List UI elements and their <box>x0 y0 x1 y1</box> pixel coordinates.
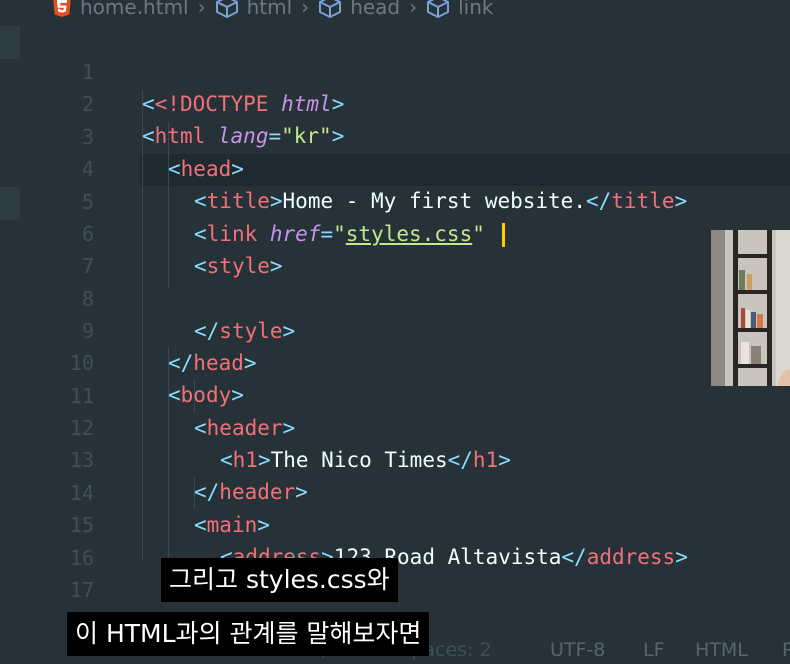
line-content: <title>Home - My first website.</title> <box>194 189 688 213</box>
line-number: 9 <box>81 319 94 343</box>
cube-icon <box>215 0 238 18</box>
line-content: <<!DOCTYPE html> <box>142 92 345 116</box>
subtitle-line-1: 그리고 styles.css와 <box>161 558 398 602</box>
webcam-image <box>711 230 790 386</box>
text-cursor <box>501 223 505 247</box>
line-number: 15 <box>69 513 94 537</box>
line-content: <main> <box>194 513 270 537</box>
code-line[interactable]: 13 </header> <box>0 412 308 504</box>
indent-guide <box>142 90 143 560</box>
breadcrumb-item-label: html <box>246 0 293 19</box>
html5-icon <box>53 0 71 17</box>
line-number: 10 <box>69 351 94 375</box>
chevron-right-icon: › <box>197 0 206 19</box>
line-number: 16 <box>69 546 94 570</box>
breadcrumb-item-label: link <box>458 0 494 19</box>
code-line[interactable]: 4 <title>Home - My first website.</title… <box>0 121 687 213</box>
line-content: </style> <box>194 319 296 343</box>
code-line[interactable]: 8 </style> <box>0 251 295 343</box>
line-number: 4 <box>81 157 94 181</box>
line-number: 3 <box>81 125 94 149</box>
line-number: 5 <box>81 190 94 214</box>
code-line[interactable]: 6 <style> <box>0 186 283 278</box>
breadcrumb: home.html › html › head › link <box>52 0 494 22</box>
line-content: <style> <box>194 254 283 278</box>
breadcrumb-item-link[interactable]: link <box>426 0 494 19</box>
code-line[interactable]: 14 <main> <box>0 445 270 537</box>
line-content: <head> <box>168 157 244 181</box>
code-line[interactable]: 9 </head> <box>0 283 257 375</box>
line-content: <link href="styles.css" <box>194 218 505 250</box>
line-number: 1 <box>81 60 94 84</box>
code-line[interactable]: 17 <footer> <box>0 542 295 634</box>
code-line[interactable]: 15 <address>123 Road Altavista</address> <box>0 477 688 569</box>
code-line[interactable]: 16 </main> <box>0 510 283 602</box>
line-number: 11 <box>69 384 94 408</box>
code-line[interactable]: 7 <box>0 218 94 278</box>
code-line-current[interactable]: 5 <link href="styles.css" <box>0 154 505 247</box>
line-number: 14 <box>69 481 94 505</box>
line-number: 17 <box>69 578 94 602</box>
webcam-overlay <box>711 230 790 386</box>
breadcrumb-file-label: home.html <box>80 0 189 19</box>
code-line[interactable]: 3 <head> <box>0 89 244 181</box>
cube-icon <box>427 0 450 18</box>
line-number: 12 <box>69 416 94 440</box>
line-content: <html lang="kr"> <box>142 124 345 148</box>
line-content: <body> <box>168 383 244 407</box>
breadcrumb-item-head[interactable]: head <box>318 0 400 19</box>
status-extra[interactable]: P <box>782 636 790 664</box>
line-number: 13 <box>69 448 94 472</box>
code-line[interactable]: 2 <html lang="kr"> <box>0 56 344 148</box>
line-content: <h1>The Nico Times</h1> <box>220 448 511 472</box>
cube-icon <box>319 0 342 18</box>
line-number: 8 <box>81 287 94 311</box>
code-line[interactable]: 18 <box>0 574 94 634</box>
status-encoding[interactable]: UTF-8 <box>550 636 605 664</box>
breadcrumb-item-label: head <box>350 0 401 19</box>
subtitle-line-2: 이 HTML과의 관계를 말해보자면 <box>67 612 430 656</box>
status-language[interactable]: HTML <box>695 636 748 664</box>
chevron-right-icon: › <box>409 0 418 19</box>
breadcrumb-item-html[interactable]: html <box>215 0 293 19</box>
code-editor[interactable]: home.html › html › head › link 1 <<!DOCT… <box>0 0 790 664</box>
breadcrumb-file[interactable]: home.html <box>52 0 189 19</box>
code-line[interactable]: 12 <h1>The Nico Times</h1> <box>0 380 511 472</box>
line-number: 6 <box>81 222 94 246</box>
line-content: </header> <box>194 480 308 504</box>
code-line[interactable]: 10 <body> <box>0 315 244 407</box>
line-number: 2 <box>81 92 94 116</box>
code-line[interactable]: 1 <<!DOCTYPE html> <box>0 24 344 116</box>
line-content: <header> <box>194 416 296 440</box>
chevron-right-icon: › <box>301 0 310 19</box>
status-eol[interactable]: LF <box>643 636 665 664</box>
line-content: </head> <box>168 351 257 375</box>
line-number: 7 <box>81 254 94 278</box>
code-line[interactable]: 11 <header> <box>0 348 295 440</box>
